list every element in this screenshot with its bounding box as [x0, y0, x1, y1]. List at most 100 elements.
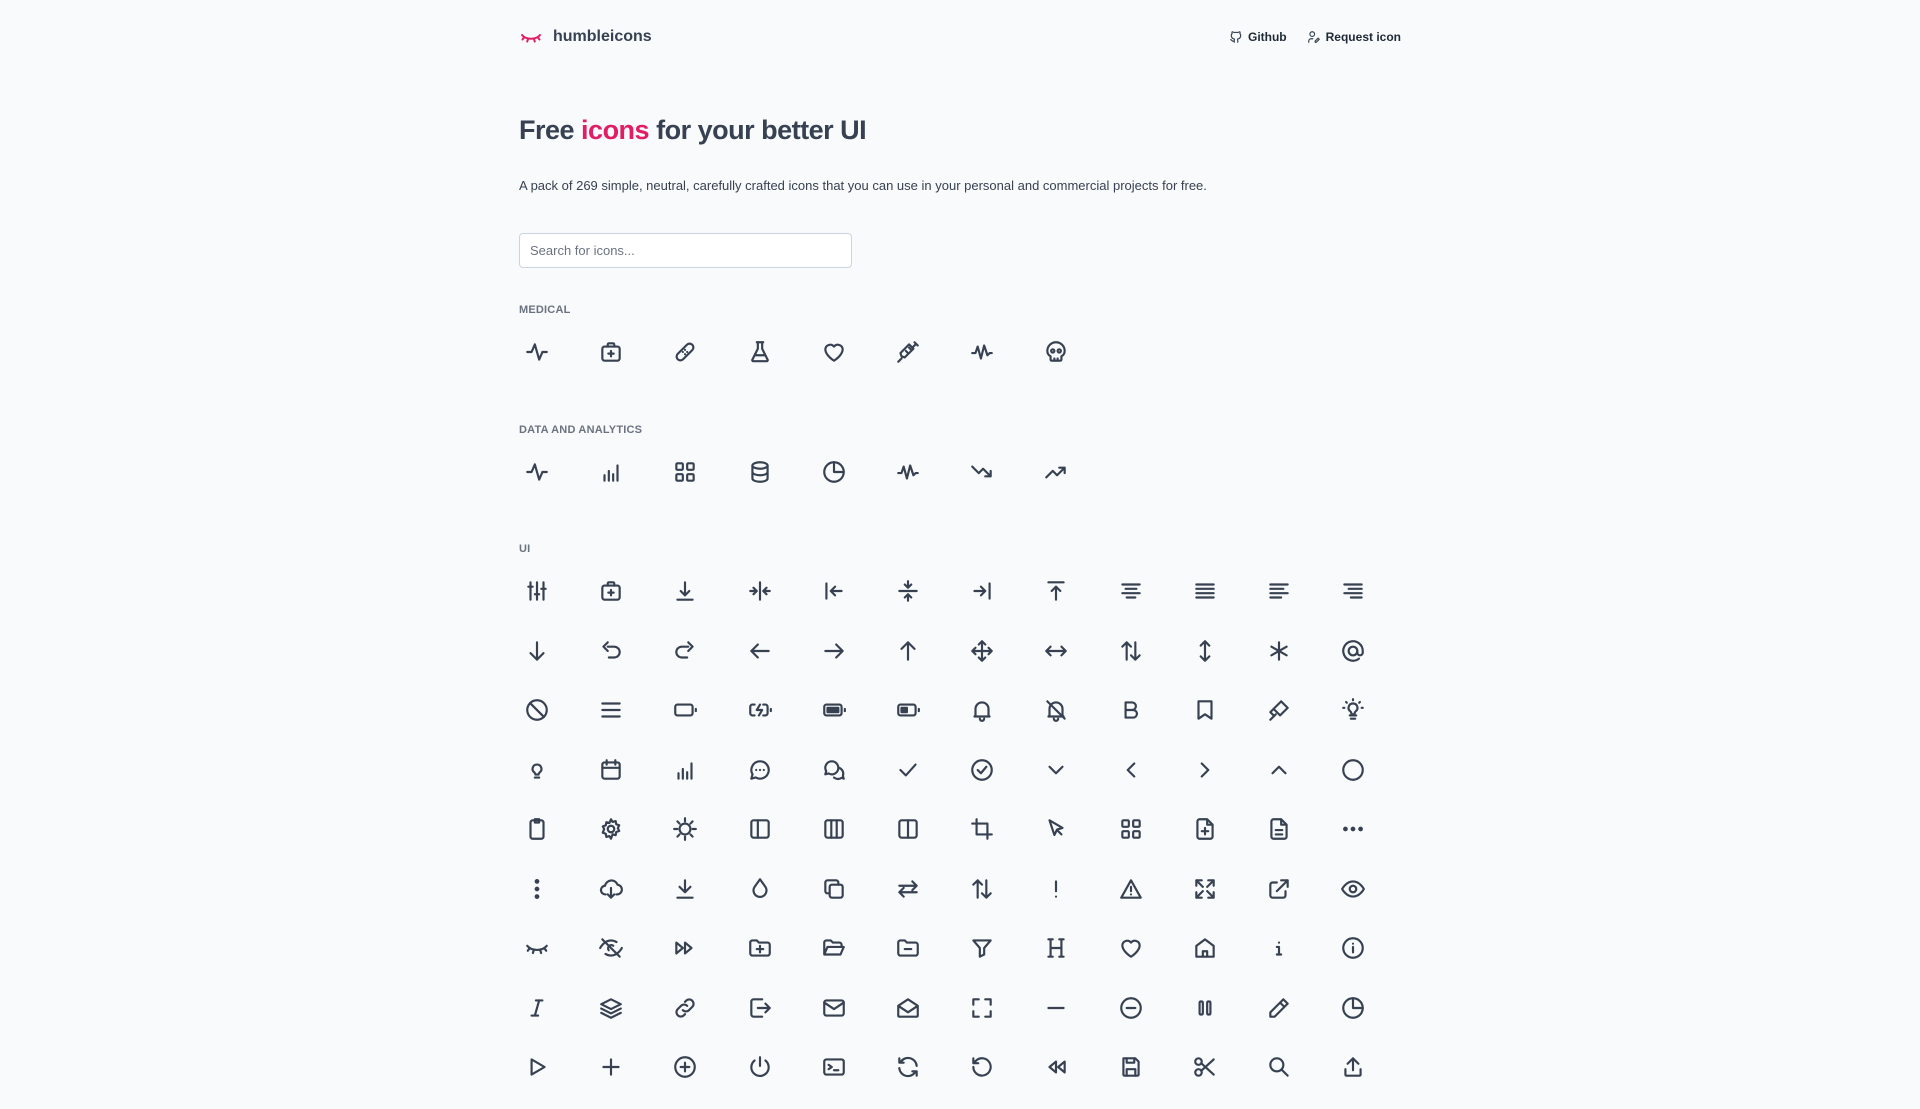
cog-alt-icon[interactable]	[667, 811, 703, 847]
duplicate-icon[interactable]	[816, 871, 852, 907]
eye-icon[interactable]	[1335, 871, 1371, 907]
fast-forward-icon[interactable]	[667, 930, 703, 966]
folder-add-icon[interactable]	[742, 930, 778, 966]
drop-icon[interactable]	[742, 871, 778, 907]
calendar-icon[interactable]	[593, 752, 629, 788]
align-left-icon[interactable]	[816, 573, 852, 609]
syringe-icon[interactable]	[890, 334, 926, 370]
columns-left-icon[interactable]	[742, 811, 778, 847]
first-aid-icon[interactable]	[593, 573, 629, 609]
pencil-icon[interactable]	[1261, 990, 1297, 1026]
skull-icon[interactable]	[1038, 334, 1074, 370]
expand-icon[interactable]	[1187, 871, 1223, 907]
flask-icon[interactable]	[742, 334, 778, 370]
external-link-icon[interactable]	[1261, 871, 1297, 907]
text-left-icon[interactable]	[1261, 573, 1297, 609]
heart-icon[interactable]	[816, 334, 852, 370]
request-icon-link[interactable]: Request icon	[1307, 30, 1401, 44]
check-icon[interactable]	[890, 752, 926, 788]
activity-icon[interactable]	[519, 334, 555, 370]
eye-off-icon[interactable]	[593, 930, 629, 966]
folder-remove-icon[interactable]	[890, 930, 926, 966]
align-bottom-icon[interactable]	[667, 573, 703, 609]
exclamation-icon[interactable]	[1038, 871, 1074, 907]
cog-icon[interactable]	[593, 811, 629, 847]
layers-icon[interactable]	[593, 990, 629, 1026]
bookmark-icon[interactable]	[1187, 692, 1223, 728]
exchange-horizontal-icon[interactable]	[890, 871, 926, 907]
download-icon[interactable]	[667, 871, 703, 907]
circle-icon[interactable]	[1335, 752, 1371, 788]
adjustments-icon[interactable]	[519, 573, 555, 609]
mail-icon[interactable]	[816, 990, 852, 1026]
chevron-up-icon[interactable]	[1261, 752, 1297, 788]
minus-icon[interactable]	[1038, 990, 1074, 1026]
text-right-icon[interactable]	[1335, 573, 1371, 609]
pie-chart-icon[interactable]	[816, 454, 852, 490]
arrows-up-down-icon[interactable]	[1113, 633, 1149, 669]
brush-icon[interactable]	[1261, 692, 1297, 728]
crop-icon[interactable]	[964, 811, 1000, 847]
heading-icon[interactable]	[1038, 930, 1074, 966]
info-circle-icon[interactable]	[1335, 930, 1371, 966]
activity-icon[interactable]	[519, 454, 555, 490]
filter-icon[interactable]	[964, 930, 1000, 966]
folder-open-icon[interactable]	[816, 930, 852, 966]
align-center-vertical-icon[interactable]	[742, 573, 778, 609]
database-icon[interactable]	[742, 454, 778, 490]
align-top-icon[interactable]	[1038, 573, 1074, 609]
italic-icon[interactable]	[519, 990, 555, 1026]
text-justify-icon[interactable]	[1187, 573, 1223, 609]
cloud-download-icon[interactable]	[593, 871, 629, 907]
redo-icon[interactable]	[667, 633, 703, 669]
arrow-down-icon[interactable]	[519, 633, 555, 669]
minus-circle-icon[interactable]	[1113, 990, 1149, 1026]
eye-closed-icon[interactable]	[519, 930, 555, 966]
chat-icon[interactable]	[742, 752, 778, 788]
dots-vertical-icon[interactable]	[519, 871, 555, 907]
chevron-down-icon[interactable]	[1038, 752, 1074, 788]
dots-horizontal-icon[interactable]	[1335, 811, 1371, 847]
bulb-icon[interactable]	[519, 752, 555, 788]
bar-chart-icon[interactable]	[593, 454, 629, 490]
columns-two-icon[interactable]	[890, 811, 926, 847]
move-icon[interactable]	[964, 633, 1000, 669]
bell-icon[interactable]	[964, 692, 1000, 728]
link-icon[interactable]	[667, 990, 703, 1026]
bandage-icon[interactable]	[667, 334, 703, 370]
bold-icon[interactable]	[1113, 692, 1149, 728]
trending-down-icon[interactable]	[964, 454, 1000, 490]
check-circle-icon[interactable]	[964, 752, 1000, 788]
at-symbol-icon[interactable]	[1335, 633, 1371, 669]
bulb-on-icon[interactable]	[1335, 692, 1371, 728]
arrow-up-icon[interactable]	[890, 633, 926, 669]
align-center-horizontal-icon[interactable]	[890, 573, 926, 609]
bars-icon[interactable]	[593, 692, 629, 728]
pause-icon[interactable]	[1187, 990, 1223, 1026]
battery-charging-icon[interactable]	[742, 692, 778, 728]
warning-icon[interactable]	[1113, 871, 1149, 907]
pulse-icon[interactable]	[890, 454, 926, 490]
brand[interactable]: humbleicons	[519, 25, 652, 49]
home-icon[interactable]	[1187, 930, 1223, 966]
bar-chart-icon[interactable]	[667, 752, 703, 788]
chevron-right-icon[interactable]	[1187, 752, 1223, 788]
asterisk-icon[interactable]	[1261, 633, 1297, 669]
github-link[interactable]: Github	[1229, 30, 1287, 44]
pulse-icon[interactable]	[964, 334, 1000, 370]
document-icon[interactable]	[1261, 811, 1297, 847]
dashboard-icon[interactable]	[1113, 811, 1149, 847]
arrows-horizontal-icon[interactable]	[1038, 633, 1074, 669]
arrow-left-icon[interactable]	[742, 633, 778, 669]
bell-off-icon[interactable]	[1038, 692, 1074, 728]
columns-three-icon[interactable]	[816, 811, 852, 847]
exchange-vertical-icon[interactable]	[964, 871, 1000, 907]
chevron-left-icon[interactable]	[1113, 752, 1149, 788]
heart-icon[interactable]	[1113, 930, 1149, 966]
search-input[interactable]	[519, 233, 852, 268]
battery-full-icon[interactable]	[816, 692, 852, 728]
battery-half-icon[interactable]	[890, 692, 926, 728]
document-add-icon[interactable]	[1187, 811, 1223, 847]
battery-empty-icon[interactable]	[667, 692, 703, 728]
chats-icon[interactable]	[816, 752, 852, 788]
